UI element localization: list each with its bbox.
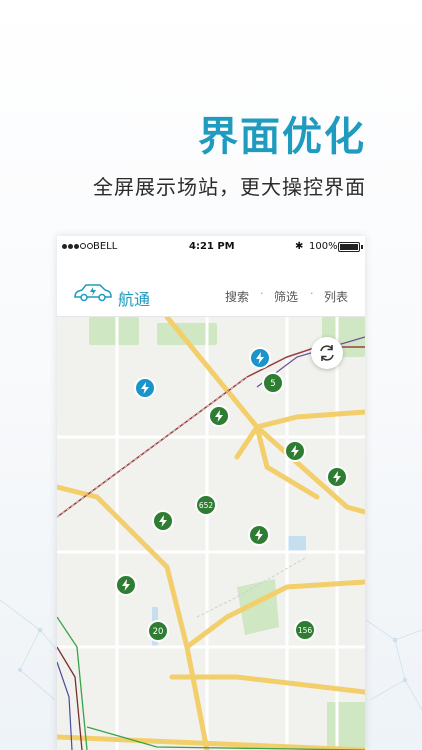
search-link[interactable]: 搜索 [225, 288, 249, 305]
charging-station-marker[interactable] [326, 466, 348, 488]
charging-station-marker[interactable] [248, 524, 270, 546]
station-cluster-marker[interactable]: 652 [195, 494, 217, 516]
filter-link[interactable]: 筛选 [274, 288, 298, 305]
cluster-count: 5 [270, 379, 275, 389]
bluetooth-icon: ✱ [295, 241, 304, 252]
status-bar: BELL 4:21 PM ✱ 100% [57, 236, 365, 258]
cluster-count: 20 [153, 627, 164, 637]
app-name: 航通 [118, 290, 151, 309]
charging-station-marker[interactable] [152, 510, 174, 532]
charging-station-marker[interactable] [134, 377, 156, 399]
charging-station-marker[interactable] [249, 347, 271, 369]
nav-bar: 航通 搜索 · 筛选 · 列表 [57, 258, 365, 317]
nav-separator: · [310, 287, 314, 300]
cluster-count: 156 [298, 626, 313, 635]
phone-screen: BELL 4:21 PM ✱ 100% 航通 搜索 · 筛选 · 列表 5 65… [57, 236, 365, 750]
station-map[interactable]: 5 652 20 156 [57, 317, 365, 750]
list-link[interactable]: 列表 [324, 288, 348, 305]
promo-title: 界面优化 [198, 114, 366, 160]
battery-icon [338, 242, 363, 252]
charging-station-marker[interactable] [284, 440, 306, 462]
charging-station-marker[interactable] [115, 574, 137, 596]
status-time: 4:21 PM [189, 241, 235, 252]
car-logo-icon [74, 284, 112, 302]
nav-separator: · [260, 287, 264, 300]
battery-percent: 100% [309, 241, 338, 252]
carrier-name: BELL [93, 241, 118, 252]
promo-subtitle: 全屏展示场站，更大操控界面 [93, 175, 366, 199]
refresh-icon [320, 345, 334, 361]
station-cluster-marker[interactable]: 20 [147, 620, 169, 642]
charging-station-marker[interactable] [208, 405, 230, 427]
station-cluster-marker[interactable]: 5 [262, 372, 284, 394]
signal-icon [62, 241, 94, 252]
station-cluster-marker[interactable]: 156 [294, 619, 316, 641]
cluster-count: 652 [199, 501, 214, 510]
refresh-button[interactable] [311, 337, 343, 369]
